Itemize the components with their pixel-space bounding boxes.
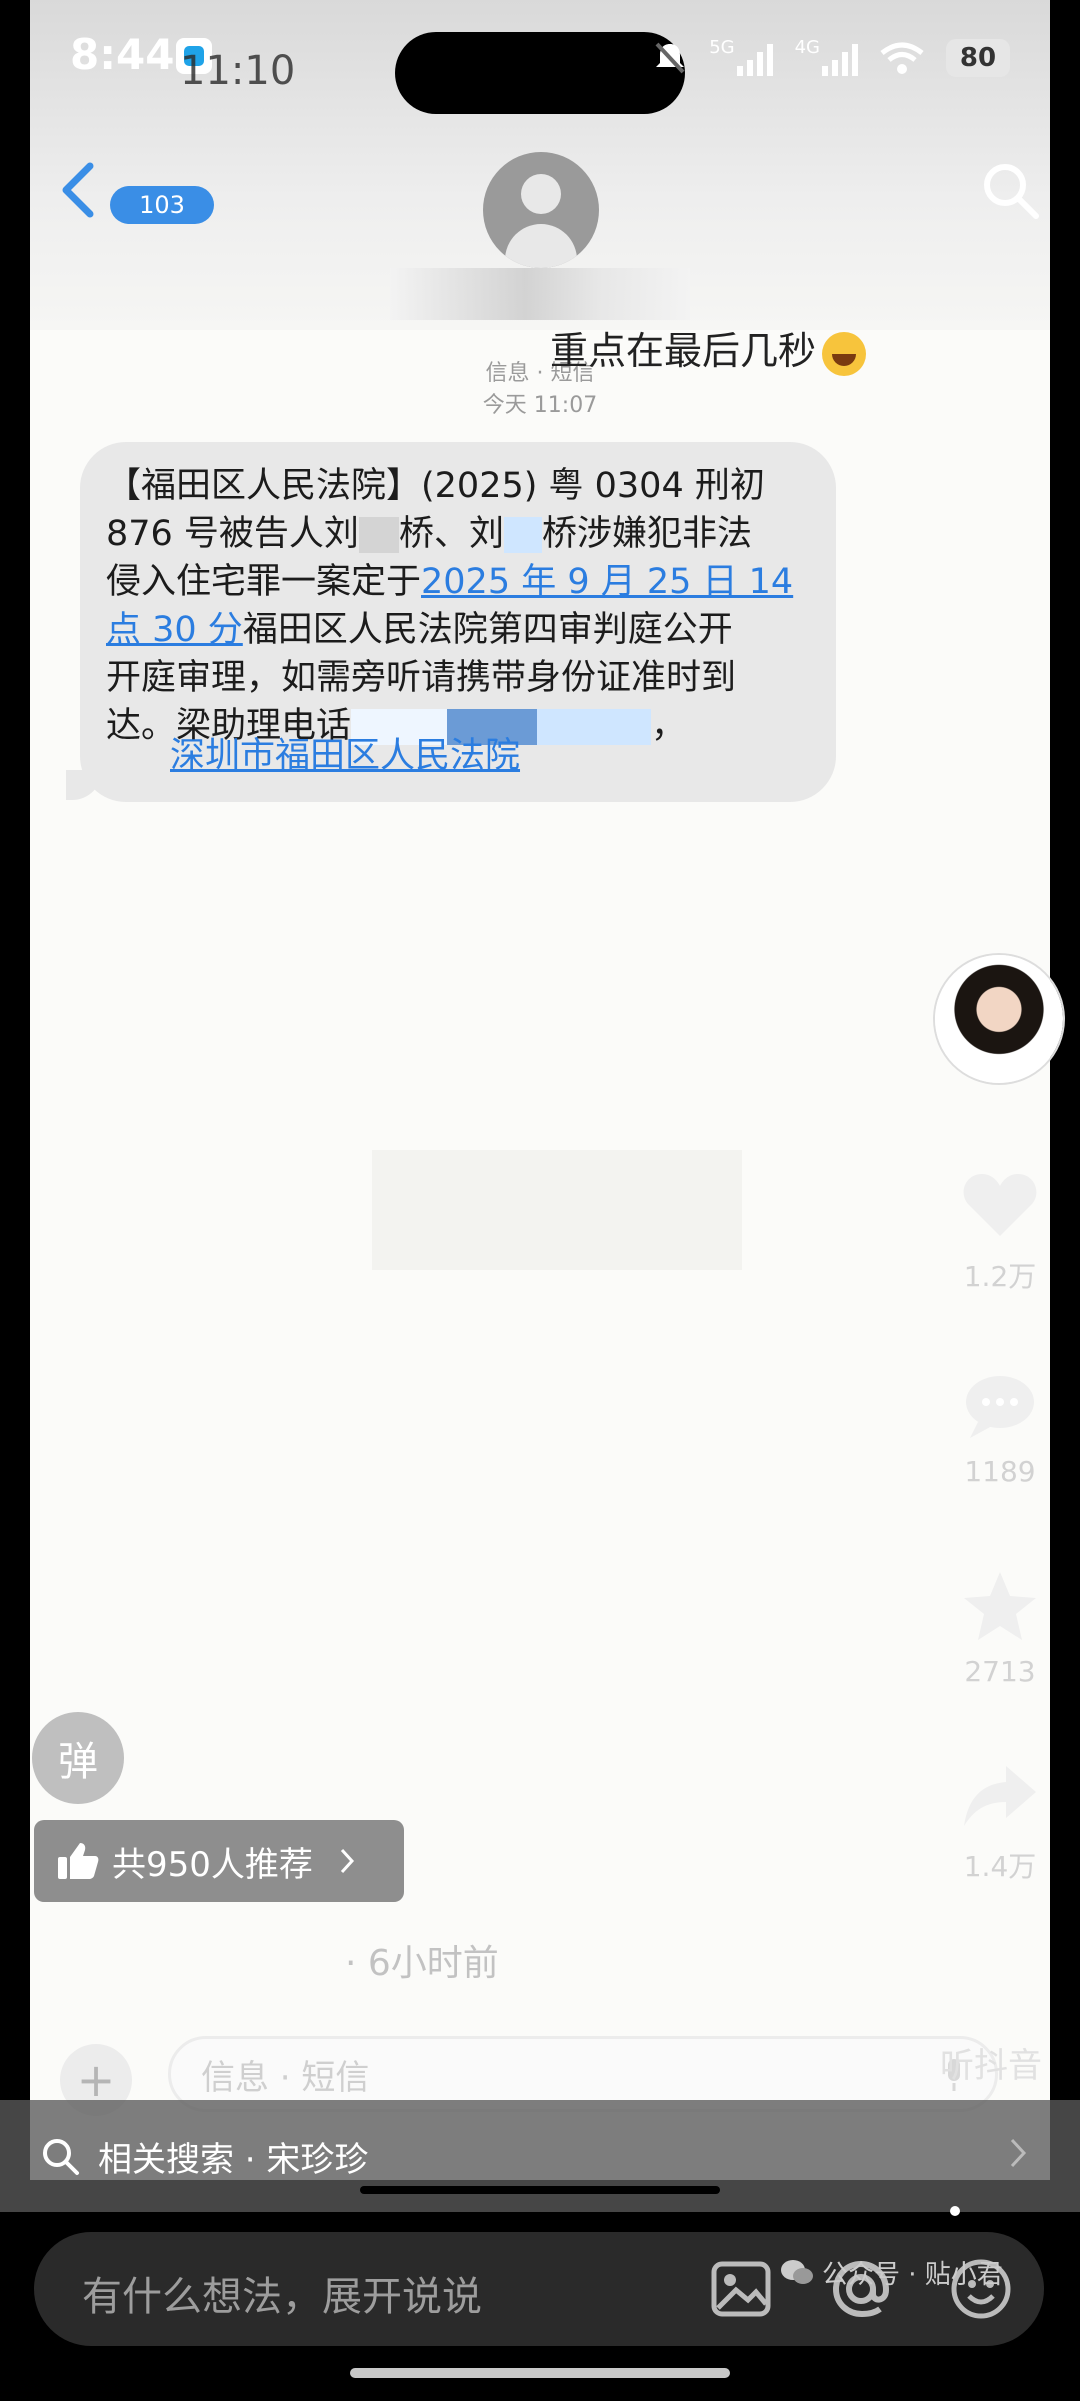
post-time-ago: · 6小时前 — [345, 1943, 499, 1984]
creator-avatar[interactable] — [935, 955, 1063, 1083]
danmu-toggle-button[interactable]: 弹 — [32, 1712, 124, 1804]
wifi-icon — [880, 42, 924, 74]
signal-bars-icon — [822, 40, 858, 76]
listen-douyin-watermark: 听抖音 — [940, 2046, 1042, 2086]
wechat-watermark: 公众号 · 贴小君 — [780, 2254, 1003, 2291]
share-count: 1.4万 — [963, 1850, 1037, 1883]
comment-placeholder: 有什么想法，展开说说 — [82, 2274, 482, 2320]
ghost-status-time: 11:10 — [180, 48, 296, 94]
bubble-line-2: 876 号被告人刘 桥、刘 桥涉嫌犯非法 — [106, 510, 808, 558]
date-link[interactable]: 2025 年 9 月 25 日 14 — [421, 562, 793, 602]
text-segment: ， — [651, 706, 687, 746]
share-arrow-icon — [964, 1766, 1036, 1826]
redaction-mask — [503, 517, 542, 553]
sms-input-placeholder: 信息 · 短信 — [201, 2057, 370, 2098]
caption-text: 重点在最后几秒 — [550, 329, 817, 373]
related-search-bar[interactable]: 相关搜索 · 宋珍珍 — [0, 2100, 1080, 2212]
laughing-emoji-icon — [822, 331, 867, 376]
back-chevron-icon[interactable] — [58, 160, 98, 220]
bubble-line-4: 点 30 分福田区人民法院第四审判庭公开 — [106, 606, 808, 654]
related-search-text: 相关搜索 · 宋珍珍 — [98, 2139, 369, 2180]
status-icons: 5G 4G 80 — [653, 36, 1010, 80]
text-segment: 桥、刘 — [398, 514, 504, 554]
home-indicator — [350, 2368, 730, 2378]
message-time: 今天 11:07 — [482, 393, 598, 418]
redaction-mask — [358, 517, 399, 553]
like-action[interactable]: 1.2万 — [950, 1170, 1050, 1295]
recommend-button[interactable]: 共950人推荐 — [34, 1820, 404, 1902]
image-icon[interactable] — [706, 2254, 776, 2324]
favorite-action[interactable]: 2713 — [950, 1570, 1050, 1688]
text-segment: 桥涉嫌犯非法 — [541, 514, 752, 554]
signal-5g: 5G — [709, 37, 773, 76]
signal-4g: 4G — [794, 37, 858, 76]
video-caption: 重点在最后几秒 — [550, 320, 867, 376]
heart-icon — [963, 1174, 1037, 1236]
status-bar: 8:44 11:10 5G 4G 80 — [0, 0, 1080, 120]
bell-off-icon — [655, 42, 685, 74]
progress-dot — [950, 2206, 960, 2216]
contact-name-blurred — [390, 268, 690, 320]
search-icon — [43, 2139, 79, 2175]
time-link[interactable]: 点 30 分 — [106, 610, 243, 650]
watermark-text: 公众号 · 贴小君 — [822, 2260, 1003, 2290]
avatar-body — [505, 224, 577, 268]
text-segment: 侵入住宅罪一案定于 — [106, 562, 422, 602]
faint-overlay-box — [372, 1150, 742, 1270]
status-time: 8:44 — [70, 30, 175, 79]
wechat-icon — [781, 2259, 813, 2284]
text-segment: 876 号被告人刘 — [106, 514, 359, 554]
bubble-line-1: 【福田区人民法院】(2025) 粤 0304 刑初 — [106, 466, 765, 506]
text-segment: 福田区人民法院第四审判庭公开 — [242, 610, 733, 650]
messages-header: 103 — [30, 140, 1050, 370]
signal-bars-icon — [736, 40, 773, 76]
thumbs-up-icon — [58, 1843, 99, 1879]
unread-badge[interactable]: 103 — [110, 186, 214, 224]
sms-bubble[interactable]: 【福田区人民法院】(2025) 粤 0304 刑初 876 号被告人刘 桥、刘 桥涉… — [66, 442, 836, 802]
star-icon — [964, 1572, 1036, 1640]
dynamic-island — [395, 32, 685, 114]
comment-action[interactable]: 1189 — [950, 1370, 1050, 1488]
favorite-count: 2713 — [964, 1655, 1036, 1688]
signature-link[interactable]: 深圳市福田区人民法院 — [170, 732, 520, 780]
network-label-4g: 4G — [794, 37, 820, 58]
recommend-label: 共950人推荐 — [112, 1844, 313, 1885]
bubble-line-3: 侵入住宅罪一案定于2025 年 9 月 25 日 14 — [106, 558, 808, 606]
comment-count: 1189 — [964, 1455, 1036, 1488]
chevron-right-icon — [340, 1848, 354, 1874]
contact-avatar[interactable] — [483, 152, 599, 268]
bubble-line-5: 开庭审理，如需旁听请携带身份证准时到 — [106, 658, 737, 698]
like-count: 1.2万 — [963, 1260, 1037, 1293]
comment-bubble-icon — [966, 1376, 1034, 1438]
network-label-5g: 5G — [709, 37, 735, 58]
battery-indicator: 80 — [946, 39, 1010, 77]
inner-home-indicator — [360, 2186, 720, 2194]
share-action[interactable]: 1.4万 — [950, 1760, 1050, 1885]
avatar-head — [521, 174, 561, 214]
search-icon[interactable] — [978, 158, 1042, 222]
chevron-right-icon — [1010, 2138, 1027, 2168]
